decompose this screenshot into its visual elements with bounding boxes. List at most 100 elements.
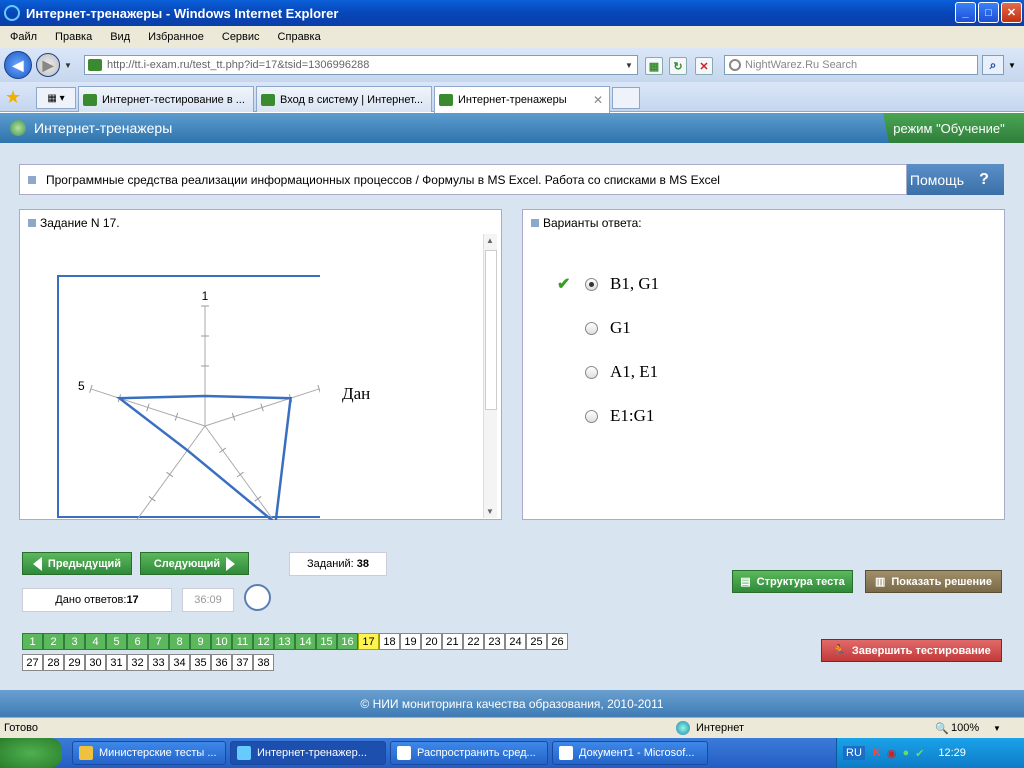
- question-number[interactable]: 7: [148, 633, 169, 650]
- antivirus-icon[interactable]: K: [873, 747, 881, 759]
- question-number[interactable]: 34: [169, 654, 190, 671]
- prev-button[interactable]: Предыдущий: [22, 552, 132, 575]
- answer-radio[interactable]: [585, 321, 598, 335]
- menu-edit[interactable]: Правка: [55, 31, 92, 43]
- scroll-up-icon[interactable]: ▲: [486, 236, 494, 245]
- question-number[interactable]: 14: [295, 633, 316, 650]
- show-solution-button[interactable]: ▥ Показать решение: [865, 570, 1002, 593]
- address-input[interactable]: http://tt.i-exam.ru/test_tt.php?id=17&ts…: [84, 55, 638, 75]
- tab-internet-testing[interactable]: Интернет-тестирование в ...: [78, 86, 254, 112]
- question-number[interactable]: 29: [64, 654, 85, 671]
- question-number[interactable]: 12: [253, 633, 274, 650]
- question-number[interactable]: 15: [316, 633, 337, 650]
- question-number[interactable]: 2: [43, 633, 64, 650]
- next-button[interactable]: Следующий: [140, 552, 249, 575]
- answer-radio[interactable]: [585, 277, 598, 291]
- question-number[interactable]: 20: [421, 633, 442, 650]
- question-number[interactable]: 31: [106, 654, 127, 671]
- answer-option[interactable]: A1, E1: [585, 362, 658, 382]
- zoom-icon[interactable]: 🔍: [935, 722, 949, 735]
- answer-option[interactable]: G1: [585, 318, 631, 338]
- question-number[interactable]: 35: [190, 654, 211, 671]
- zoom-dropdown-icon[interactable]: ▼: [993, 724, 1001, 733]
- question-number[interactable]: 11: [232, 633, 253, 650]
- finish-test-button[interactable]: 🏃 Завершить тестирование: [821, 639, 1002, 662]
- question-number[interactable]: 37: [232, 654, 253, 671]
- forward-button[interactable]: ▶: [36, 53, 60, 77]
- question-number[interactable]: 30: [85, 654, 106, 671]
- question-number[interactable]: 8: [169, 633, 190, 650]
- minimize-button[interactable]: _: [955, 2, 976, 23]
- taskbar-item[interactable]: Интернет-тренажер...: [230, 741, 386, 765]
- question-number[interactable]: 1: [22, 633, 43, 650]
- menu-favorites[interactable]: Избранное: [148, 31, 204, 43]
- scroll-thumb[interactable]: [485, 250, 497, 410]
- menu-file[interactable]: Файл: [10, 31, 37, 43]
- search-options-icon[interactable]: ▼: [1008, 61, 1016, 70]
- new-tab-button[interactable]: [612, 87, 640, 109]
- question-number[interactable]: 22: [463, 633, 484, 650]
- quick-tabs-button[interactable]: ▦ ▾: [36, 87, 76, 109]
- menu-tools[interactable]: Сервис: [222, 31, 260, 43]
- question-number[interactable]: 26: [547, 633, 568, 650]
- question-number[interactable]: 25: [526, 633, 547, 650]
- question-number[interactable]: 32: [127, 654, 148, 671]
- taskbar-item[interactable]: Документ1 - Microsof...: [552, 741, 708, 765]
- scroll-down-icon[interactable]: ▼: [486, 507, 494, 516]
- question-number[interactable]: 24: [505, 633, 526, 650]
- zone-text: Интернет: [696, 722, 744, 734]
- answer-option[interactable]: B1, G1: [585, 274, 659, 294]
- address-dropdown-icon[interactable]: ▼: [621, 56, 637, 74]
- question-number[interactable]: 3: [64, 633, 85, 650]
- taskbar-item[interactable]: Министерские тесты ...: [72, 741, 226, 765]
- stop-icon[interactable]: ✕: [695, 57, 713, 75]
- question-number[interactable]: 18: [379, 633, 400, 650]
- radar-category-label: 1: [202, 289, 209, 303]
- refresh-icon[interactable]: ↻: [669, 57, 687, 75]
- start-button[interactable]: [0, 738, 62, 768]
- question-numbers-row1: 1 2 3 4 5 6 7 8 9 10 11 12 13 14 15 16 17 18 19 20 21 22 23 24 2…: [22, 633, 568, 650]
- question-number[interactable]: 17: [358, 633, 379, 650]
- question-number[interactable]: 19: [400, 633, 421, 650]
- answers-panel: Варианты ответа: ✔ B1, G1 G1 A1, E1 E1:G…: [522, 209, 1005, 520]
- zoom-level[interactable]: 100%: [951, 722, 979, 734]
- history-dropdown-icon[interactable]: ▼: [64, 61, 72, 70]
- favorites-star-icon[interactable]: ★: [5, 87, 21, 108]
- search-button[interactable]: ⌕: [982, 55, 1004, 75]
- question-number[interactable]: 10: [211, 633, 232, 650]
- answer-radio[interactable]: [585, 365, 598, 379]
- answer-option[interactable]: E1:G1: [585, 406, 654, 426]
- close-button[interactable]: ✕: [1001, 2, 1022, 23]
- tab-trainers[interactable]: Интернет-тренажеры ✕: [434, 86, 610, 113]
- question-number[interactable]: 33: [148, 654, 169, 671]
- question-number[interactable]: 6: [127, 633, 148, 650]
- answer-radio[interactable]: [585, 409, 598, 423]
- question-number[interactable]: 38: [253, 654, 274, 671]
- question-number[interactable]: 28: [43, 654, 64, 671]
- tray-status-icon[interactable]: ●: [902, 747, 909, 759]
- question-number[interactable]: 21: [442, 633, 463, 650]
- tab-close-icon[interactable]: ✕: [593, 93, 603, 107]
- task-scrollbar[interactable]: ▲ ▼: [483, 234, 497, 518]
- menu-view[interactable]: Вид: [110, 31, 130, 43]
- question-number[interactable]: 23: [484, 633, 505, 650]
- taskbar-item[interactable]: Распространить сред...: [390, 741, 548, 765]
- question-number[interactable]: 4: [85, 633, 106, 650]
- tab-login[interactable]: Вход в систему | Интернет...: [256, 86, 432, 112]
- help-button[interactable]: Помощь ?: [907, 164, 1004, 195]
- test-structure-button[interactable]: ▤ Структура теста: [732, 570, 853, 593]
- tray-app-icon[interactable]: ◉: [887, 747, 897, 760]
- back-button[interactable]: ◀: [4, 51, 32, 79]
- question-number[interactable]: 9: [190, 633, 211, 650]
- question-number[interactable]: 27: [22, 654, 43, 671]
- tray-check-icon[interactable]: ✔: [915, 747, 924, 760]
- question-number[interactable]: 16: [337, 633, 358, 650]
- compatibility-icon[interactable]: ▦: [645, 57, 663, 75]
- question-number[interactable]: 36: [211, 654, 232, 671]
- language-indicator[interactable]: RU: [843, 746, 865, 760]
- question-number[interactable]: 5: [106, 633, 127, 650]
- menu-help[interactable]: Справка: [278, 31, 321, 43]
- maximize-button[interactable]: □: [978, 2, 999, 23]
- question-number[interactable]: 13: [274, 633, 295, 650]
- search-input[interactable]: NightWarez.Ru Search: [724, 55, 978, 75]
